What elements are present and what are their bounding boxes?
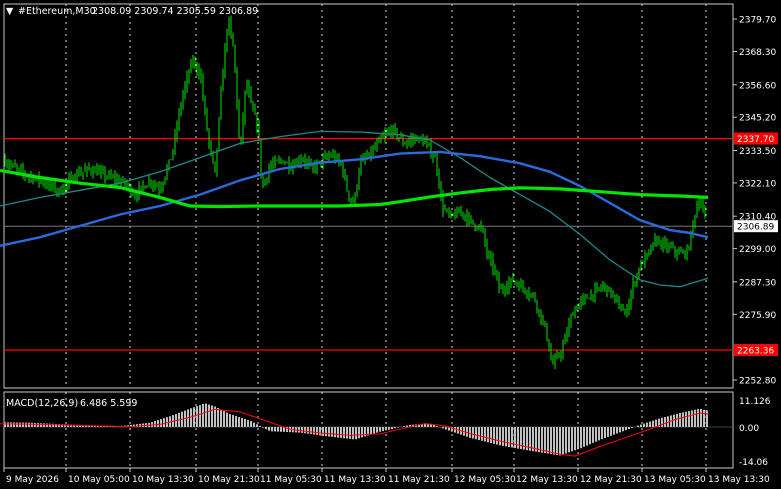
x-tick-label: 12 May 13:30 <box>516 475 578 485</box>
x-tick-label: 10 May 05:00 <box>68 475 130 485</box>
macd-tick-top: 11.126 <box>739 397 771 407</box>
x-tick-label: 10 May 21:30 <box>198 475 260 485</box>
y-tick-label: 2275.90 <box>739 311 776 321</box>
macd-values: 6.486 5.599 <box>80 398 137 409</box>
fast-ma-line <box>0 168 709 209</box>
macd-label: MACD(12,26,9) <box>6 398 78 409</box>
axis-layer: 9 May 2026 10 May 05:00 10 May 13:30 10 May… <box>3 16 778 485</box>
x-tick-label: 10 May 13:30 <box>132 475 194 485</box>
x-tick-label: 13 May 05:30 <box>644 475 706 485</box>
mid-ma-line <box>0 150 709 247</box>
y-tick-label: 2287.30 <box>739 278 776 288</box>
window-menu-icon[interactable]: ▼ <box>6 6 14 17</box>
price-pane-frame <box>3 3 734 389</box>
y-tick-label: 2356.60 <box>739 81 776 91</box>
level-layer <box>4 137 733 351</box>
x-tick-label: 12 May 05:30 <box>454 475 516 485</box>
y-tick-label: 2368.30 <box>739 48 776 58</box>
ma-layer <box>0 130 709 288</box>
y-tick-label: 2379.70 <box>739 16 776 26</box>
x-tick-label: 11 May 13:30 <box>324 475 386 485</box>
slow-ma-line <box>0 130 709 288</box>
x-tick-label: 11 May 05:30 <box>260 475 322 485</box>
level-label: 2337.70 <box>737 135 774 145</box>
macd-layer <box>0 403 733 457</box>
y-tick-label: 2252.80 <box>739 377 776 387</box>
x-tick-label: 9 May 2026 <box>6 475 59 485</box>
x-tick-label: 12 May 21:30 <box>580 475 642 485</box>
macd-tick-zero: 0.00 <box>739 424 759 434</box>
y-tick-label: 2345.20 <box>739 114 776 124</box>
macd-tick-bottom: -14.06 <box>739 458 768 468</box>
x-tick-label: 13 May 13:30 <box>708 475 770 485</box>
y-tick-label: 2322.10 <box>739 179 776 189</box>
price-chart[interactable]: 9 May 2026 10 May 05:00 10 May 13:30 10 May… <box>0 0 781 489</box>
y-tick-label: 2333.50 <box>739 147 776 157</box>
chart-root[interactable]: 9 May 2026 10 May 05:00 10 May 13:30 10 May… <box>0 0 781 489</box>
y-tick-label: 2299.00 <box>739 245 776 255</box>
level-label: 2263.36 <box>737 346 774 356</box>
x-tick-label: 11 May 21:30 <box>388 475 450 485</box>
symbol-label: #Ethereum,M30 <box>18 6 96 17</box>
ohlc-readout: 2308.09 2309.74 2305.59 2306.89 <box>92 6 258 17</box>
current-price-label: 2306.89 <box>737 223 774 233</box>
